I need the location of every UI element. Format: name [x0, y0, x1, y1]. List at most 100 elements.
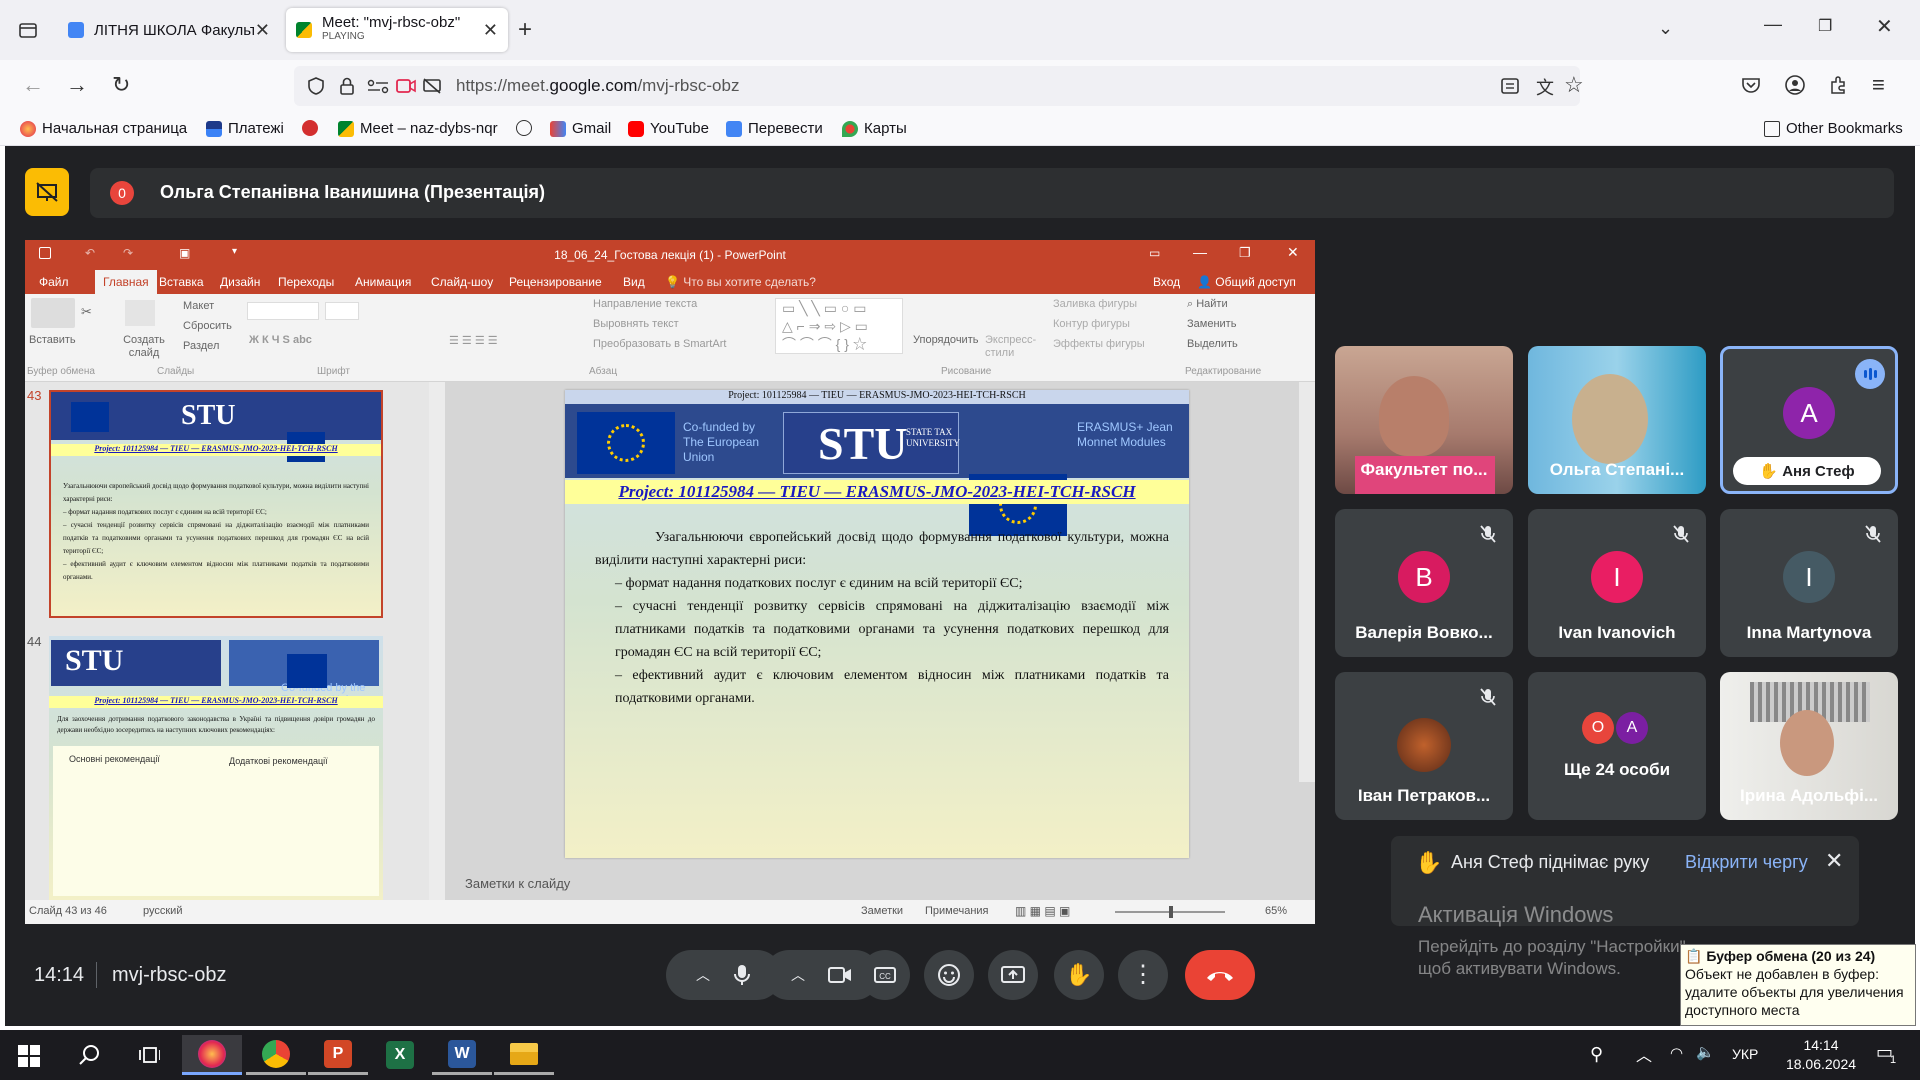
bookmark-gmail[interactable]: Gmail: [550, 120, 611, 137]
participant-tile[interactable]: Іван Петраков...: [1335, 672, 1513, 820]
paragraph-align-buttons[interactable]: ☰ ☰ ☰ ☰: [449, 334, 498, 347]
font-size-select[interactable]: [325, 302, 359, 320]
stop-presenting-button[interactable]: [25, 168, 69, 216]
people-icon[interactable]: ⚲: [1590, 1044, 1603, 1065]
close-tab-icon[interactable]: ✕: [255, 20, 270, 41]
layout-button[interactable]: Макет: [183, 300, 214, 312]
quick-styles-button[interactable]: Экспресс-стили: [985, 334, 1039, 360]
back-icon[interactable]: ←: [22, 72, 44, 98]
camera-sharing-icon[interactable]: [396, 77, 416, 95]
status-language[interactable]: русский: [143, 905, 182, 917]
video-options-chevron-icon[interactable]: ︿: [791, 965, 805, 985]
mic-icon[interactable]: [732, 963, 752, 987]
shield-icon[interactable]: [306, 76, 326, 96]
open-queue-button[interactable]: Відкрити чергу: [1685, 852, 1808, 873]
task-view-icon[interactable]: [138, 1044, 160, 1066]
ppt-menu-transitions[interactable]: Переходы: [278, 275, 334, 289]
bookmark-payments[interactable]: Платежі: [206, 120, 284, 137]
present-button[interactable]: [988, 950, 1038, 1000]
text-direction-button[interactable]: Направление текста: [593, 298, 697, 310]
participant-tile[interactable]: Ольга Степані...: [1528, 346, 1706, 494]
search-icon[interactable]: [78, 1044, 100, 1066]
extensions-icon[interactable]: [1828, 74, 1850, 96]
other-bookmarks[interactable]: Other Bookmarks: [1764, 120, 1903, 137]
zoom-thumb[interactable]: [1169, 906, 1173, 918]
taskbar-chrome[interactable]: [246, 1035, 306, 1075]
permissions-icon[interactable]: [366, 78, 390, 94]
ppt-share-button[interactable]: 👤 Общий доступ: [1197, 275, 1296, 289]
notes-placeholder[interactable]: Заметки к слайду: [465, 876, 570, 891]
bookmark-maps[interactable]: Карты: [842, 120, 907, 137]
taskbar-explorer[interactable]: [494, 1035, 554, 1075]
bookmark-meet[interactable]: Meet – naz-dybs-nqr: [338, 120, 498, 137]
windows-start-icon[interactable]: [18, 1045, 40, 1067]
close-tab-icon[interactable]: ✕: [483, 20, 498, 41]
slide-thumbnail-43[interactable]: STU Project: 101125984 — TIEU — ERASMUS-…: [49, 390, 383, 618]
participant-tile[interactable]: Факультет по...: [1335, 346, 1513, 494]
current-slide[interactable]: Project: 101125984 — TIEU — ERASMUS-JMO-…: [565, 390, 1189, 858]
view-buttons[interactable]: ▥ ▦ ▤ ▣: [1015, 904, 1070, 918]
ppt-menu-view[interactable]: Вид: [623, 275, 645, 289]
ppt-menu-file[interactable]: Файл: [39, 275, 69, 289]
paste-button[interactable]: Вставить: [29, 334, 76, 346]
ppt-restore-icon[interactable]: ❐: [1239, 245, 1251, 261]
tab-summer-school[interactable]: ЛІТНЯ ШКОЛА Факультету под ✕: [58, 8, 280, 52]
find-button[interactable]: ⌕ Найти: [1187, 298, 1228, 311]
status-notes-button[interactable]: Заметки: [861, 905, 903, 917]
cut-icon[interactable]: ✂: [81, 304, 92, 320]
clock[interactable]: 14:14 18.06.2024: [1776, 1036, 1866, 1074]
taskbar-powerpoint[interactable]: P: [308, 1035, 368, 1075]
ppt-close-icon[interactable]: ✕: [1287, 244, 1299, 261]
ppt-login[interactable]: Вход: [1153, 275, 1180, 289]
status-comments-button[interactable]: Примечания: [925, 905, 989, 917]
restore-icon[interactable]: ❐: [1818, 16, 1832, 36]
bookmark-translate[interactable]: Перевести: [726, 120, 823, 137]
align-text-button[interactable]: Выровнять текст: [593, 318, 679, 330]
ribbon-display-icon[interactable]: ▭: [1149, 246, 1160, 260]
more-participants-tile[interactable]: O A Ще 24 особи: [1528, 672, 1706, 820]
close-notification-icon[interactable]: ✕: [1825, 848, 1843, 874]
font-family-select[interactable]: [247, 302, 319, 320]
taskbar-firefox[interactable]: [182, 1035, 242, 1075]
ppt-minimize-icon[interactable]: —: [1193, 244, 1207, 260]
url-text[interactable]: https://meet.google.com/mvj-rbsc-obz: [456, 76, 739, 96]
raise-hand-button[interactable]: ✋: [1054, 950, 1104, 1000]
reset-button[interactable]: Сбросить: [183, 320, 232, 332]
shape-fill-button[interactable]: Заливка фигуры: [1053, 298, 1137, 310]
lock-icon[interactable]: [338, 76, 356, 96]
close-window-icon[interactable]: ✕: [1876, 14, 1893, 39]
replace-button[interactable]: Заменить: [1187, 318, 1236, 330]
bold-button[interactable]: Ж К Ч S abc: [249, 334, 312, 346]
ppt-menu-review[interactable]: Рецензирование: [509, 275, 602, 289]
volume-icon[interactable]: 🔈: [1696, 1043, 1715, 1061]
participant-tile[interactable]: I Inna Martynova: [1720, 509, 1898, 657]
pocket-icon[interactable]: [1740, 74, 1762, 96]
taskbar-word[interactable]: W: [432, 1035, 492, 1075]
tray-chevron-icon[interactable]: ︿: [1636, 1042, 1652, 1066]
translate-icon[interactable]: 文: [1536, 74, 1554, 100]
menu-hamburger-icon[interactable]: ≡: [1872, 72, 1885, 98]
reader-view-icon[interactable]: [1500, 76, 1520, 96]
tab-list-chevron-icon[interactable]: ⌄: [1658, 18, 1673, 39]
screen-sharing-off-icon[interactable]: [422, 77, 442, 95]
thumbs-scrollbar[interactable]: [429, 382, 445, 900]
bookmark-extra[interactable]: [302, 120, 324, 136]
participant-tile[interactable]: I Ivan Ivanovich: [1528, 509, 1706, 657]
bookmark-home[interactable]: Начальная страница: [20, 120, 187, 137]
account-icon[interactable]: [1784, 74, 1806, 96]
section-button[interactable]: Раздел: [183, 340, 219, 352]
camera-icon[interactable]: [827, 965, 853, 985]
smartart-button[interactable]: Преобразовать в SmartArt: [593, 338, 726, 350]
select-button[interactable]: Выделить: [1187, 338, 1238, 350]
shapes-gallery[interactable]: ▭ ╲ ╲ ▭ ○ ▭ △ ⌐ ⇒ ⇨ ▷ ▭ ⌒ ⌒ ⌒ { } ☆: [775, 298, 903, 354]
bookmark-youtube[interactable]: YouTube: [628, 120, 709, 137]
tab-meet[interactable]: Meet: "mvj-rbsc-obz" PLAYING ✕: [286, 8, 508, 52]
forward-icon[interactable]: →: [66, 72, 88, 98]
bookmark-star-icon[interactable]: ☆: [1564, 72, 1584, 98]
shape-effects-button[interactable]: Эффекты фигуры: [1053, 338, 1145, 350]
reactions-button[interactable]: [924, 950, 974, 1000]
url-bar[interactable]: https://meet.google.com/mvj-rbsc-obz 文 ☆: [294, 66, 1584, 106]
arrange-button[interactable]: Упорядочить: [913, 334, 978, 346]
taskbar-excel[interactable]: X: [370, 1035, 430, 1075]
audio-options-chevron-icon[interactable]: ︿: [696, 965, 710, 985]
